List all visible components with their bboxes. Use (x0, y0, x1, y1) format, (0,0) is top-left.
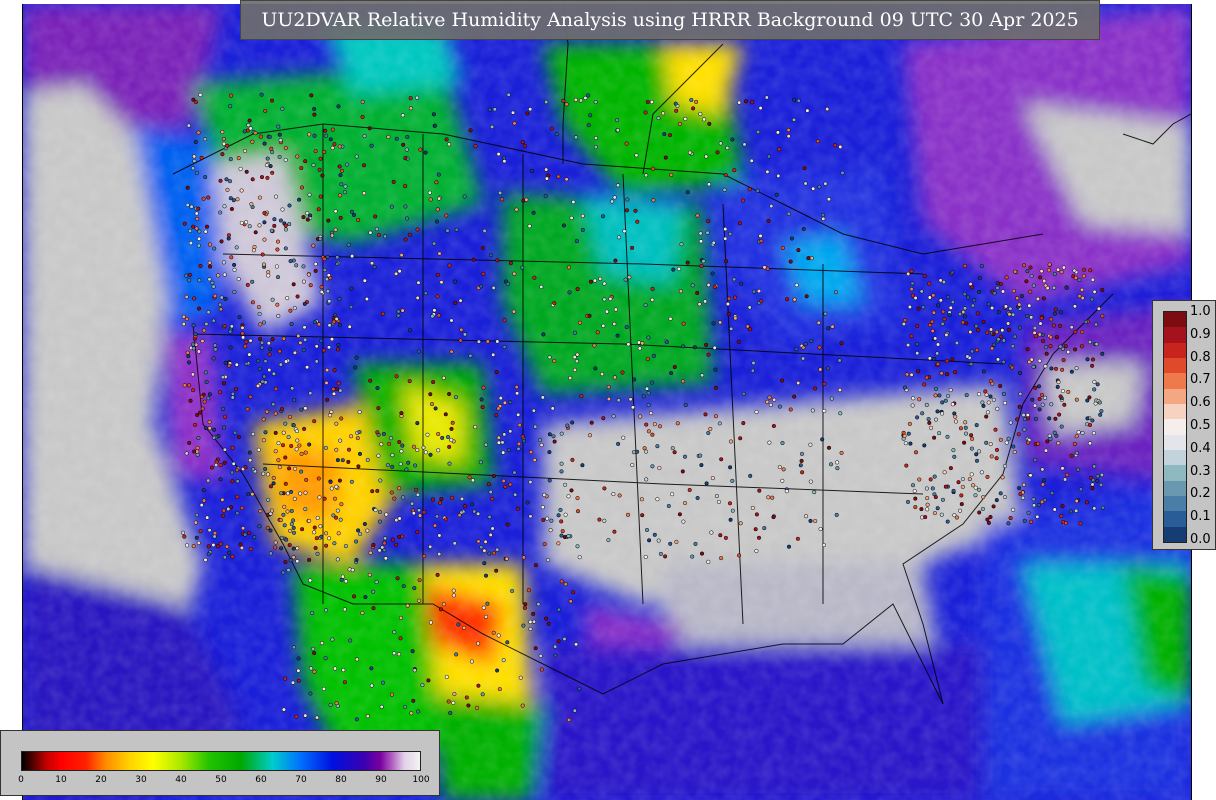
observation-legend-swatch (1164, 495, 1186, 512)
observation-legend-swatch (1164, 419, 1186, 435)
observation-legend: 1.0 0.9 0.8 0.7 0.6 0.5 0.4 0.3 0.2 0.1 0.0 (1152, 300, 1216, 550)
observation-legend-tick: 0.6 (1190, 395, 1211, 411)
observation-legend-tick: 0.0 (1190, 532, 1211, 547)
observation-legend-tick: 0.9 (1190, 326, 1211, 342)
observation-legend-swatch (1164, 312, 1186, 328)
observation-legend-swatch (1164, 465, 1186, 481)
rh-colorbar-tick: 50 (215, 775, 227, 785)
observation-legend-swatch (1164, 480, 1186, 496)
observation-legend-swatch (1164, 526, 1186, 542)
observation-legend-bar (1163, 311, 1187, 543)
observation-legend-tick: 0.2 (1190, 486, 1211, 502)
rh-analysis-map (22, 4, 1192, 800)
observation-legend-swatch (1164, 373, 1186, 389)
observation-legend-swatch (1164, 403, 1186, 420)
observation-legend-tick: 0.5 (1190, 418, 1211, 433)
observation-legend-swatch (1164, 434, 1186, 450)
observation-legend-tick: 0.4 (1190, 440, 1211, 456)
rh-colorbar-tick: 70 (295, 775, 307, 785)
map-title: UU2DVAR Relative Humidity Analysis using… (240, 0, 1100, 40)
rh-colorbar (21, 751, 421, 771)
rh-colorbar-tick: 80 (335, 775, 347, 785)
rh-colorbar-panel: 0 10 20 30 40 50 60 70 80 90 100 (0, 730, 440, 796)
observation-legend-swatch (1164, 511, 1186, 527)
rh-colorbar-tick: 90 (375, 775, 387, 785)
rh-colorbar-tick: 30 (135, 775, 147, 785)
observation-legend-tick: 0.3 (1190, 463, 1211, 479)
observation-legend-tick: 0.1 (1190, 509, 1211, 525)
rh-colorbar-tick: 40 (175, 775, 187, 785)
rh-colorbar-tick: 100 (412, 775, 430, 785)
observation-legend-tick: 1.0 (1190, 304, 1211, 319)
rh-colorbar-tick: 0 (18, 775, 24, 785)
rh-colorbar-tick: 10 (55, 775, 67, 785)
observation-legend-swatch (1164, 342, 1186, 358)
observation-legend-swatch (1164, 327, 1186, 343)
map-title-text: UU2DVAR Relative Humidity Analysis using… (261, 9, 1079, 31)
rh-colorbar-tick: 60 (255, 775, 267, 785)
rh-colorbar-tick: 20 (95, 775, 107, 785)
observation-legend-swatch (1164, 449, 1186, 466)
observation-legend-swatch (1164, 388, 1186, 404)
observation-legend-tick: 0.7 (1190, 372, 1211, 388)
observation-legend-tick: 0.8 (1190, 349, 1211, 365)
observation-legend-swatch (1164, 357, 1186, 374)
